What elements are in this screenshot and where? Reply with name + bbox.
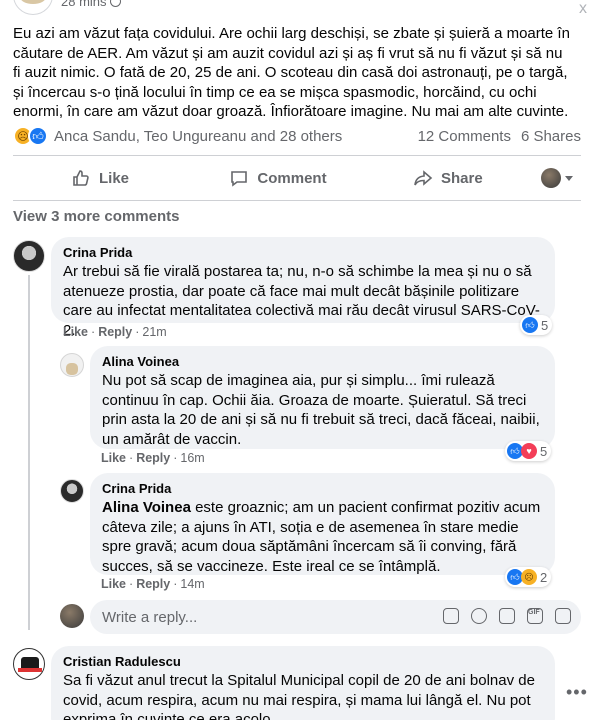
reaction-icons[interactable]: ☹ 👍︎ [13, 126, 48, 146]
emoji-icon[interactable] [471, 608, 487, 624]
reactions-summary: ☹ 👍︎ Anca Sandu, Teo Ungureanu and 28 ot… [13, 124, 581, 148]
comment-text: Alina Voinea este groaznic; am un pacien… [102, 498, 543, 576]
comment-like-link[interactable]: Like [101, 577, 126, 591]
avatar[interactable] [13, 240, 45, 272]
love-reaction-icon: ♥ [521, 443, 537, 459]
view-more-comments[interactable]: View 3 more comments [13, 208, 179, 225]
reply-input[interactable]: Write a reply... GIF [90, 600, 581, 634]
comment-reply-link[interactable]: Reply [136, 451, 170, 465]
like-reaction-icon: 👍︎ [28, 126, 48, 146]
reaction-count: 2 [540, 569, 548, 585]
reaction-badge[interactable]: 👍︎ ☹ 2 [505, 567, 552, 587]
avatar-sticker-icon[interactable] [443, 608, 459, 624]
comment-author[interactable]: Cristian Radulescu [63, 653, 543, 670]
post-text: Eu azi am văzut fața covidului. Are ochi… [13, 25, 570, 120]
comment-bubble: Cristian Radulescu Sa fi văzut anul trec… [51, 646, 555, 720]
comment-text: Sa fi văzut anul trecut la Spitalul Muni… [63, 672, 535, 720]
comment-author[interactable]: Crina Prida [102, 480, 543, 497]
globe-icon [109, 0, 121, 7]
more-options-icon[interactable]: ••• [566, 682, 588, 703]
comment-time[interactable]: 14m [180, 577, 204, 591]
comment-meta: Like · Reply · 16m [101, 451, 205, 465]
thread-line [28, 275, 30, 630]
comment-reply-link[interactable]: Reply [136, 577, 170, 591]
reaction-names[interactable]: Anca Sandu, Teo Ungureanu and 28 others [54, 128, 342, 145]
comment-bubble: Crina Prida Ar trebui să fie virală post… [51, 237, 555, 339]
close-icon[interactable]: x [579, 0, 587, 18]
comment-time[interactable]: 21m [142, 325, 166, 339]
post-time[interactable]: 28 mins [61, 0, 121, 9]
comment-author[interactable]: Alina Voinea [102, 353, 543, 370]
camera-icon[interactable] [499, 608, 515, 624]
divider [13, 155, 581, 156]
audience-selector[interactable] [541, 168, 581, 188]
reaction-count: 5 [541, 317, 549, 333]
comment-bubble: Alina Voinea Nu pot să scap de imaginea … [90, 346, 555, 449]
reaction-badge[interactable]: 👍︎ 5 [520, 315, 553, 335]
reaction-badge[interactable]: 👍︎ ♥ 5 [505, 441, 552, 461]
avatar[interactable] [60, 479, 84, 503]
mention-link[interactable]: Alina Voinea [102, 499, 191, 516]
gif-icon[interactable]: GIF [527, 608, 543, 624]
action-bar: Like Comment Share [13, 160, 581, 196]
share-button[interactable]: Share [353, 168, 493, 188]
reaction-count: 5 [540, 443, 548, 459]
post-header: 28 mins [13, 0, 121, 16]
comment-like-link[interactable]: Like [63, 325, 88, 339]
share-icon [414, 170, 433, 186]
comment-bubble: Crina Prida Alina Voinea este groaznic; … [90, 473, 555, 575]
avatar [60, 604, 84, 628]
avatar[interactable] [13, 648, 45, 680]
comment-button[interactable]: Comment [203, 168, 353, 188]
comments-count[interactable]: 12 Comments [418, 128, 511, 145]
like-reaction-icon: 👍︎ [522, 317, 538, 333]
thumbs-up-icon [73, 170, 89, 186]
viewer-avatar [541, 168, 561, 188]
share-label: Share [441, 169, 483, 187]
comment-text: Nu pot să scap de imaginea aia, pur și s… [102, 372, 540, 448]
comment-icon [231, 171, 248, 187]
comment-author[interactable]: Crina Prida [63, 244, 543, 261]
comment-meta: Like · Reply · 14m [101, 577, 205, 591]
chevron-down-icon [565, 175, 573, 181]
comment-meta: Like · Reply · 21m [63, 325, 167, 339]
author-avatar[interactable] [13, 0, 53, 15]
divider [13, 200, 581, 201]
like-button[interactable]: Like [13, 168, 203, 188]
shares-count[interactable]: 6 Shares [521, 128, 581, 145]
comment-like-link[interactable]: Like [101, 451, 126, 465]
like-label: Like [99, 169, 130, 187]
comment-reply-link[interactable]: Reply [98, 325, 132, 339]
reply-composer: Write a reply... GIF [60, 600, 581, 634]
comment-time[interactable]: 16m [180, 451, 204, 465]
comment-label: Comment [257, 169, 327, 187]
sticker-icon[interactable] [555, 608, 571, 624]
avatar[interactable] [60, 353, 84, 377]
reply-placeholder: Write a reply... [102, 608, 198, 626]
sad-reaction-icon: ☹ [521, 569, 537, 585]
